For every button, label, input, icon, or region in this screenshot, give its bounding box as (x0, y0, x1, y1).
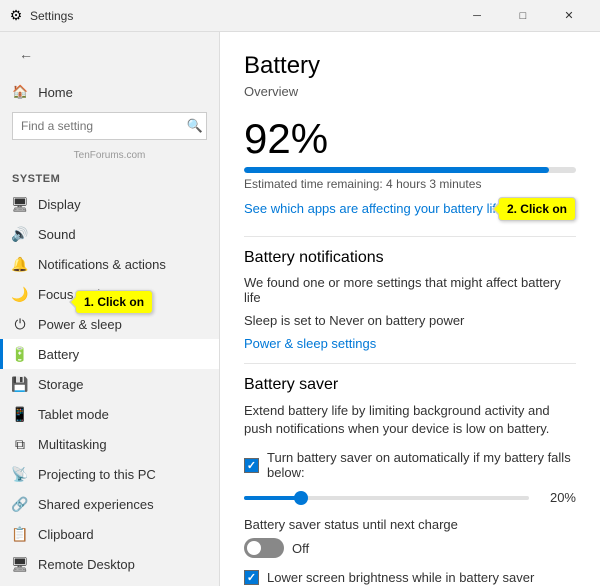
storage-icon: 💾 (12, 376, 28, 392)
settings-icon: ⚙ (8, 8, 24, 24)
sidebar-item-multitasking[interactable]: ⧉ Multitasking (0, 429, 219, 459)
tablet-icon: 📱 (12, 406, 28, 422)
callout-1-bubble: 1. Click on (75, 290, 153, 314)
display-label: Display (38, 197, 81, 212)
home-label: Home (38, 85, 73, 100)
close-button[interactable]: ✕ (546, 0, 592, 32)
projecting-icon: 📡 (12, 466, 28, 482)
title-bar-title: Settings (30, 9, 454, 23)
sidebar-item-projecting[interactable]: 📡 Projecting to this PC (0, 459, 219, 489)
checkbox-row: ✓ Turn battery saver on automatically if… (244, 450, 576, 480)
sidebar-item-notifications[interactable]: 🔔 Notifications & actions (0, 249, 219, 279)
slider-row: 20% (244, 490, 576, 505)
notifications-label: Notifications & actions (38, 257, 166, 272)
battery-progress-fill (244, 167, 549, 173)
multitasking-label: Multitasking (38, 437, 107, 452)
minimize-button[interactable]: ─ (454, 0, 500, 32)
toggle-thumb (247, 541, 261, 555)
back-button[interactable]: ← (12, 40, 40, 68)
projecting-label: Projecting to this PC (38, 467, 156, 482)
power-settings-link[interactable]: Power & sleep settings (244, 336, 376, 351)
sidebar-item-storage[interactable]: 💾 Storage (0, 369, 219, 399)
home-icon: 🏠 (12, 84, 28, 100)
remote-label: Remote Desktop (38, 557, 135, 572)
checkbox-check-icon: ✓ (247, 459, 256, 472)
battery-saver-desc: Extend battery life by limiting backgrou… (244, 402, 576, 438)
battery-saver-title: Battery saver (244, 376, 576, 394)
title-bar-controls: ─ □ ✕ (454, 0, 592, 32)
sidebar-item-battery[interactable]: 🔋 Battery (0, 339, 219, 369)
sidebar-item-clipboard[interactable]: 📋 Clipboard (0, 519, 219, 549)
affecting-apps-row: See which apps are affecting your batter… (244, 201, 576, 216)
divider-2 (244, 363, 576, 364)
sidebar-home-item[interactable]: 🏠 Home (0, 76, 219, 108)
battery-saver-checkbox[interactable]: ✓ (244, 458, 259, 473)
notifications-icon: 🔔 (12, 256, 28, 272)
multitasking-icon: ⧉ (12, 436, 28, 452)
search-box: 🔍 (12, 112, 207, 140)
display-icon: 🖥 (12, 196, 28, 212)
toggle-row: Off (244, 538, 576, 558)
affecting-apps-link[interactable]: See which apps are affecting your batter… (244, 201, 503, 216)
clipboard-icon: 📋 (12, 526, 28, 542)
shared-label: Shared experiences (38, 497, 154, 512)
sidebar-item-sound[interactable]: 🔊 Sound (0, 219, 219, 249)
power-label: Power & sleep (38, 317, 122, 332)
overview-label: Overview (244, 84, 576, 99)
toggle-label: Off (292, 541, 309, 556)
maximize-button[interactable]: □ (500, 0, 546, 32)
page-title: Battery (244, 52, 576, 80)
battery-percent: 92% (244, 115, 576, 163)
brightness-checkbox[interactable]: ✓ (244, 570, 259, 585)
clipboard-label: Clipboard (38, 527, 94, 542)
search-input[interactable] (12, 112, 207, 140)
divider-1 (244, 236, 576, 237)
sidebar-item-tablet[interactable]: 📱 Tablet mode (0, 399, 219, 429)
slider-value: 20% (541, 490, 576, 505)
brightness-checkbox-row: ✓ Lower screen brightness while in batte… (244, 570, 576, 585)
battery-saver-toggle[interactable] (244, 538, 284, 558)
power-icon: ⏻ (12, 316, 28, 332)
sound-icon: 🔊 (12, 226, 28, 242)
battery-slider-fill (244, 496, 301, 500)
brightness-check-icon: ✓ (247, 571, 256, 584)
focus-icon: 🌙 (12, 286, 28, 302)
battery-icon: 🔋 (12, 346, 28, 362)
sound-label: Sound (38, 227, 76, 242)
callout-2-bubble: 2. Click on (498, 197, 576, 221)
estimated-time: Estimated time remaining: 4 hours 3 minu… (244, 177, 576, 191)
battery-progress-bar (244, 167, 576, 173)
notif-desc: We found one or more settings that might… (244, 275, 576, 305)
storage-label: Storage (38, 377, 84, 392)
shared-icon: 🔗 (12, 496, 28, 512)
toggle-status-label: Battery saver status until next charge (244, 517, 576, 532)
system-section-header: System (0, 167, 219, 189)
battery-slider-track (244, 496, 529, 500)
sidebar-nav-top: ← (0, 32, 219, 76)
battery-notifications-title: Battery notifications (244, 249, 576, 267)
sleep-setting: Sleep is set to Never on battery power (244, 313, 576, 328)
content-area: Battery Overview 92% Estimated time rema… (220, 32, 600, 586)
brightness-checkbox-label: Lower screen brightness while in battery… (267, 570, 534, 585)
remote-icon: 🖥 (12, 556, 28, 572)
search-icon-button[interactable]: 🔍 (187, 118, 203, 134)
sidebar-item-remote[interactable]: 🖥 Remote Desktop (0, 549, 219, 579)
checkbox-label: Turn battery saver on automatically if m… (267, 450, 576, 480)
tablet-label: Tablet mode (38, 407, 109, 422)
watermark: TenForums.com (0, 148, 219, 167)
title-bar: ⚙ Settings ─ □ ✕ (0, 0, 600, 32)
battery-slider-thumb[interactable] (294, 491, 308, 505)
battery-label: Battery (38, 347, 79, 362)
sidebar-item-shared[interactable]: 🔗 Shared experiences (0, 489, 219, 519)
sidebar-item-display[interactable]: 🖥 Display (0, 189, 219, 219)
